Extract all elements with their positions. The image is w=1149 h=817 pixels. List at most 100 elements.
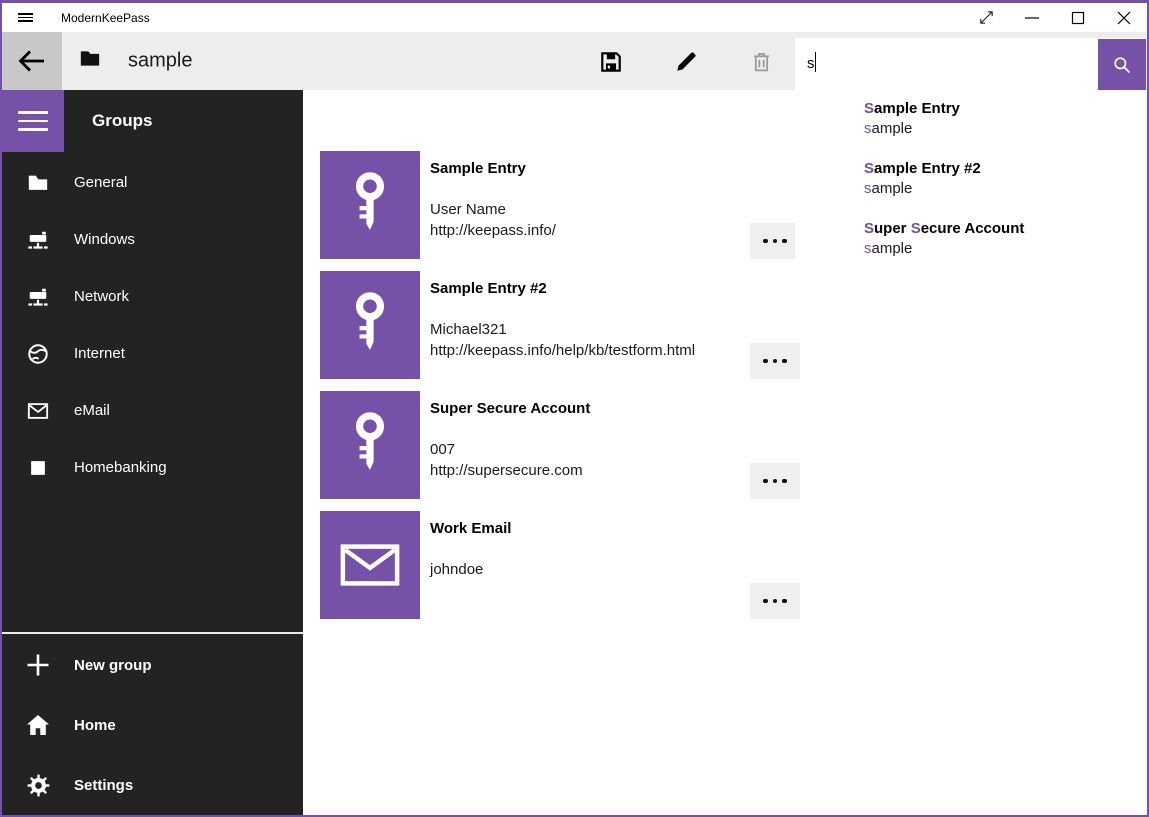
envelope-icon <box>26 399 50 423</box>
pencil-icon <box>675 51 697 73</box>
search-suggestions: Sample Entry sample Sample Entry #2 samp… <box>795 90 1147 289</box>
entry-list: Sample Entry User Name http://keepass.in… <box>320 151 803 619</box>
entry-tile <box>320 151 420 259</box>
sidebar-item-label: Windows <box>74 231 135 248</box>
entry-title: Sample Entry #2 <box>430 279 695 299</box>
suggestion-subtitle: sample <box>864 239 1147 259</box>
sidebar-item-home[interactable]: Home <box>2 695 303 755</box>
close-button[interactable] <box>1101 3 1147 32</box>
entry-more-button[interactable] <box>750 583 800 619</box>
app-window: ModernKeePass <box>0 0 1149 817</box>
save-button[interactable] <box>587 36 635 88</box>
key-icon <box>345 291 395 359</box>
entry-title: Work Email <box>430 519 511 539</box>
sidebar-item-general[interactable]: General <box>2 154 303 211</box>
ellipsis-icon <box>763 359 787 364</box>
entry-url: http://keepass.info/ <box>430 221 556 242</box>
suggestion-item[interactable]: Sample Entry #2 sample <box>864 159 1147 219</box>
sidebar-item-email[interactable]: eMail <box>2 382 303 439</box>
suggestion-subtitle: sample <box>864 119 1147 139</box>
entry-more-button[interactable] <box>750 343 800 379</box>
sidebar-item-label: Network <box>74 288 129 305</box>
key-icon <box>345 411 395 479</box>
fullscreen-icon <box>978 9 995 26</box>
sidebar-item-label: General <box>74 174 127 191</box>
envelope-icon <box>339 541 401 589</box>
search-box: s <box>795 38 1146 90</box>
suggestion-item[interactable]: Super Secure Account sample <box>864 219 1147 279</box>
network-icon <box>26 228 50 252</box>
sidebar-hamburger-button[interactable] <box>2 90 64 152</box>
close-icon <box>1116 10 1132 26</box>
entry-row[interactable]: Work Email johndoe <box>320 511 803 619</box>
save-icon <box>600 51 622 73</box>
hamburger-icon <box>18 11 33 24</box>
suggestion-title: Sample Entry #2 <box>864 159 1147 179</box>
sidebar-footer: New group Home <box>2 632 303 815</box>
entry-username: johndoe <box>430 560 511 581</box>
entry-title: Super Secure Account <box>430 399 590 419</box>
suggestion-title: Super Secure Account <box>864 219 1147 239</box>
folder-icon <box>26 171 50 195</box>
network-icon <box>26 285 50 309</box>
sidebar-item-windows[interactable]: Windows <box>2 211 303 268</box>
window-controls <box>963 3 1147 32</box>
maximize-button[interactable] <box>1055 3 1101 32</box>
search-button[interactable] <box>1098 39 1146 90</box>
entry-url: http://supersecure.com <box>430 461 590 482</box>
sidebar: Groups General Windows <box>2 90 303 815</box>
plus-icon <box>26 653 50 677</box>
groups-list: General Windows <box>2 154 303 496</box>
entry-tile <box>320 271 420 379</box>
sidebar-item-label: Internet <box>74 345 125 362</box>
sidebar-divider <box>2 632 303 634</box>
text-caret <box>815 52 817 72</box>
search-input[interactable]: s <box>795 38 1098 90</box>
entry-row[interactable]: Sample Entry User Name http://keepass.in… <box>320 151 803 259</box>
search-icon <box>1112 55 1132 75</box>
entry-title: Sample Entry <box>430 159 556 179</box>
titlebar-hamburger-button[interactable] <box>2 3 48 32</box>
entry-row[interactable]: Super Secure Account 007 http://supersec… <box>320 391 803 499</box>
suggestion-title: Sample Entry <box>864 99 1147 119</box>
sidebar-item-label: Home <box>74 717 116 734</box>
entry-text: Sample Entry #2 Michael321 http://keepas… <box>420 271 695 379</box>
entry-row[interactable]: Sample Entry #2 Michael321 http://keepas… <box>320 271 803 379</box>
entry-text: Work Email johndoe <box>420 511 511 619</box>
entry-more-button[interactable] <box>750 223 800 259</box>
edit-button[interactable] <box>662 36 710 88</box>
groups-heading: Groups <box>92 90 152 152</box>
app-bar: sample <box>2 32 1147 90</box>
sidebar-item-internet[interactable]: Internet <box>2 325 303 382</box>
window-title: ModernKeePass <box>61 11 150 25</box>
trash-icon <box>751 51 772 73</box>
database-title: sample <box>128 50 192 73</box>
sidebar-item-label: New group <box>74 657 152 674</box>
entry-username: Michael321 <box>430 320 695 341</box>
maximize-icon <box>1070 10 1086 26</box>
home-icon <box>26 713 50 737</box>
delete-button[interactable] <box>737 36 785 88</box>
sidebar-item-label: eMail <box>74 402 110 419</box>
key-icon <box>345 171 395 239</box>
sidebar-item-network[interactable]: Network <box>2 268 303 325</box>
database-folder-icon <box>80 51 100 72</box>
sidebar-item-settings[interactable]: Settings <box>2 755 303 815</box>
sidebar-item-homebanking[interactable]: Homebanking <box>2 439 303 496</box>
minimize-icon <box>1024 10 1040 26</box>
square-icon <box>26 456 50 480</box>
suggestion-item[interactable]: Sample Entry sample <box>864 99 1147 159</box>
entry-url: http://keepass.info/help/kb/testform.htm… <box>430 341 695 362</box>
minimize-button[interactable] <box>1009 3 1055 32</box>
ellipsis-icon <box>763 479 787 484</box>
sidebar-item-label: Settings <box>74 777 133 794</box>
sidebar-item-new-group[interactable]: New group <box>2 635 303 695</box>
back-button[interactable] <box>2 32 62 90</box>
ellipsis-icon <box>763 599 787 604</box>
fullscreen-button[interactable] <box>963 3 1009 32</box>
entry-more-button[interactable] <box>750 463 800 499</box>
globe-icon <box>26 342 50 366</box>
suggestion-subtitle: sample <box>864 179 1147 199</box>
sidebar-item-label: Homebanking <box>74 459 167 476</box>
entry-tile <box>320 511 420 619</box>
